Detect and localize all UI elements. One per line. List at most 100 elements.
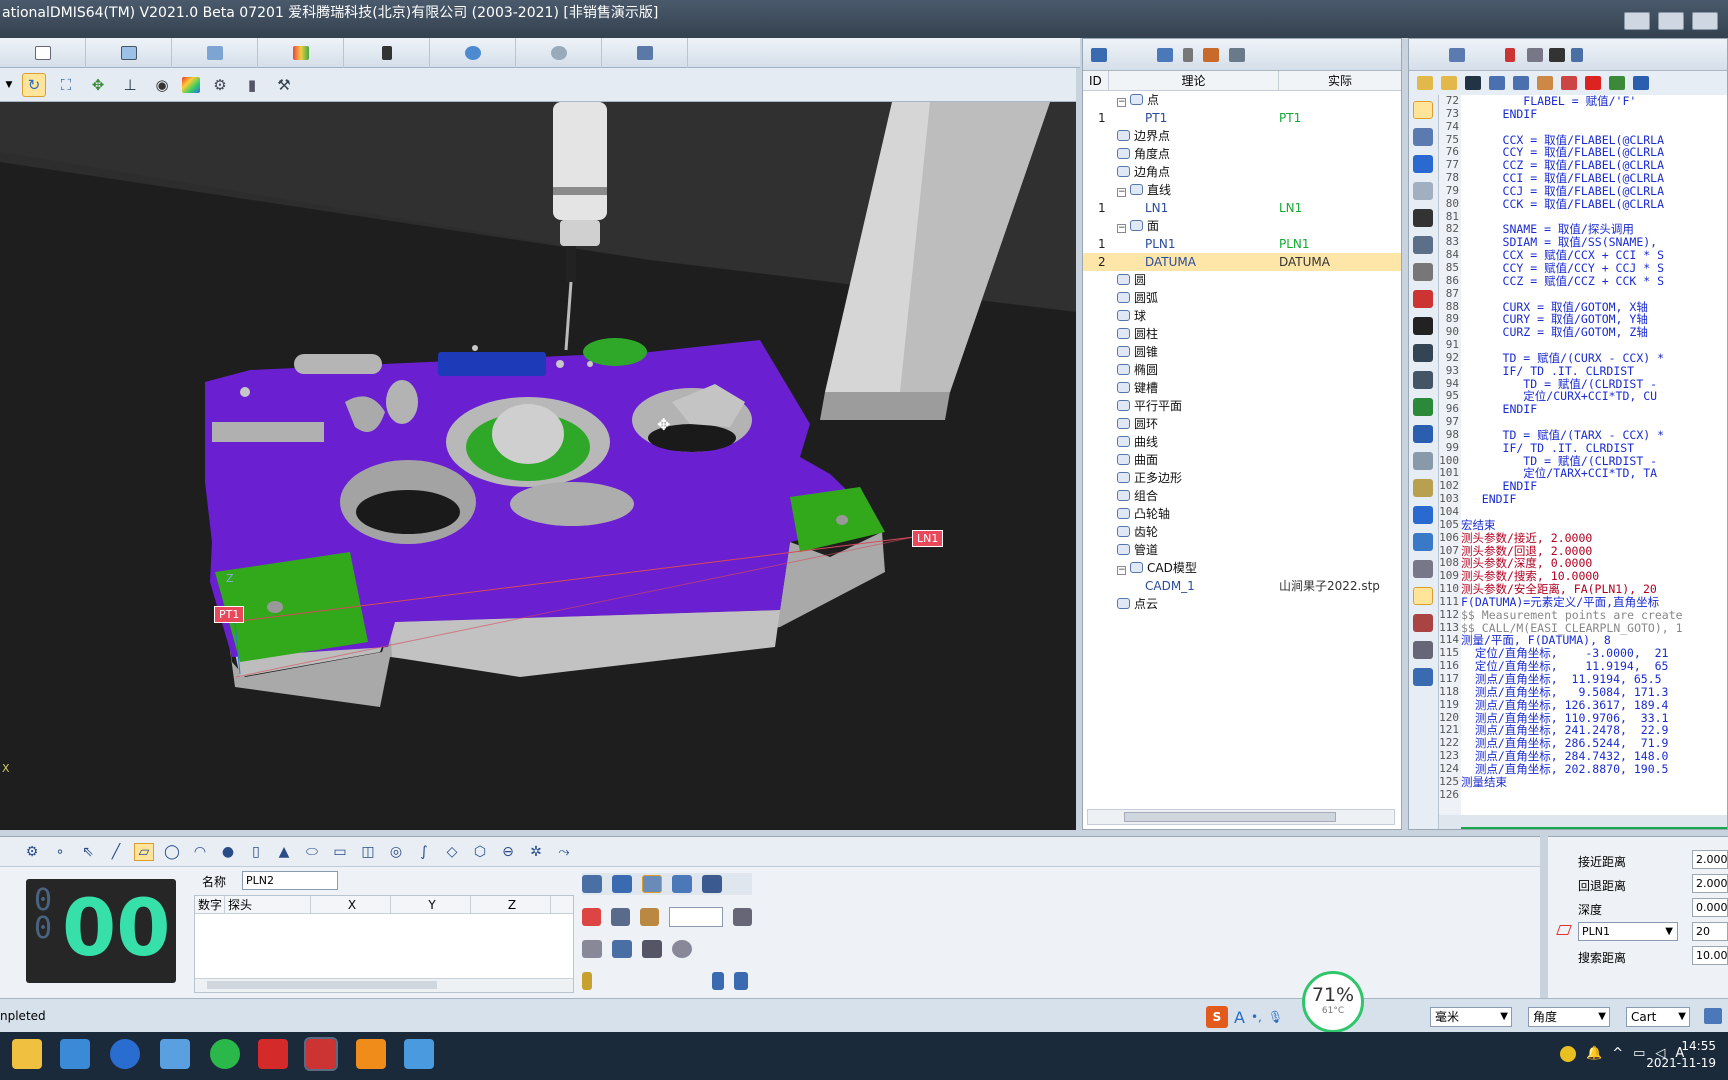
ribbon-tab-table[interactable] xyxy=(86,38,172,68)
angle-icon[interactable] xyxy=(712,972,724,990)
scatter-icon[interactable] xyxy=(672,940,692,958)
zoom-fit-icon[interactable]: ⛶ xyxy=(54,73,78,97)
run-icon[interactable] xyxy=(1413,317,1433,335)
clearance-input[interactable]: 20 xyxy=(1692,922,1728,941)
cam-feature-icon[interactable]: ⊖ xyxy=(498,843,518,861)
tree-row[interactable]: 圆环 xyxy=(1083,415,1401,433)
edit-note-icon[interactable] xyxy=(1413,479,1433,497)
tool-app-icon[interactable] xyxy=(404,1039,434,1069)
code-line[interactable]: CCK = 取值/FLABEL(@CLRLA xyxy=(1461,197,1727,211)
line-feature-icon[interactable]: ╱ xyxy=(106,843,126,861)
tool-icon[interactable] xyxy=(1571,48,1583,62)
mic-icon[interactable]: 🎙 xyxy=(1268,1010,1283,1024)
probe-points-icon[interactable]: ⚙ xyxy=(22,843,42,861)
table-hscrollbar[interactable] xyxy=(195,978,573,992)
machine-tab-icon[interactable] xyxy=(702,875,722,893)
probe-tip-icon[interactable] xyxy=(582,972,592,990)
code-line[interactable]: IF/ TD .IT. CLRDIST xyxy=(1461,364,1727,378)
pt1-label[interactable]: PT1 xyxy=(214,606,245,623)
open-folder-icon[interactable] xyxy=(1417,76,1433,90)
outdent-icon[interactable] xyxy=(1513,76,1529,90)
code-line[interactable] xyxy=(1461,416,1727,429)
search-input[interactable]: 10.00 xyxy=(1692,946,1728,965)
rotate-probe-icon[interactable] xyxy=(734,972,748,990)
cube-icon[interactable] xyxy=(1091,47,1107,62)
k-app-icon[interactable] xyxy=(110,1039,140,1069)
import-icon[interactable] xyxy=(1413,236,1433,254)
tree-row[interactable]: − 面 xyxy=(1083,217,1401,235)
add-green-icon[interactable] xyxy=(1413,398,1433,416)
col-probe[interactable]: 探头 xyxy=(225,896,311,913)
cad-viewport[interactable]: ✥ PT1 LN1 Z X xyxy=(0,102,1076,830)
tree-row[interactable]: 组合 xyxy=(1083,487,1401,505)
ribbon-tab-feature[interactable] xyxy=(258,38,344,68)
code-line[interactable]: 测头参数/安全距离, FA(PLN1), 20 xyxy=(1461,583,1727,596)
tree-row[interactable]: 1 LN1 LN1 xyxy=(1083,199,1401,217)
tree-row[interactable]: 平行平面 xyxy=(1083,397,1401,415)
unit-select[interactable]: 毫米 ▼ xyxy=(1430,1007,1512,1027)
tree-row[interactable]: 曲面 xyxy=(1083,451,1401,469)
edit-points-icon[interactable] xyxy=(611,908,631,926)
g-app-icon[interactable] xyxy=(356,1039,386,1069)
scroll-thumb[interactable] xyxy=(1124,812,1336,822)
tree-row[interactable]: 圆 xyxy=(1083,271,1401,289)
parallel-plane-icon[interactable]: ◫ xyxy=(358,843,378,861)
ribbon-tab-probe[interactable] xyxy=(344,38,430,68)
code-line[interactable]: 测点/直角坐标, 126.3617, 189.4 xyxy=(1461,698,1727,712)
highlight-icon[interactable] xyxy=(1413,587,1433,605)
collapse-icon[interactable]: − xyxy=(1117,98,1126,107)
tree-row[interactable]: 管道 xyxy=(1083,541,1401,559)
view-eye-icon[interactable]: ◉ xyxy=(150,73,174,97)
probe-head-icon[interactable]: ⚒ xyxy=(272,73,296,97)
plane-icon[interactable] xyxy=(1413,263,1433,281)
coord-select[interactable]: Cart ▼ xyxy=(1626,1007,1690,1027)
table-small-icon[interactable] xyxy=(1413,371,1433,389)
crosshair-icon[interactable] xyxy=(640,908,660,926)
ribbon-tab-file[interactable] xyxy=(0,38,86,68)
tree-row[interactable]: 正多边形 xyxy=(1083,469,1401,487)
code-line[interactable]: ENDIF xyxy=(1461,493,1727,506)
layout-icon-3[interactable] xyxy=(1692,12,1718,30)
polygon-feature-icon[interactable]: ⬡ xyxy=(470,843,490,861)
cpu-temp-badge[interactable]: 71% 61°C xyxy=(1302,971,1364,1033)
bell-icon[interactable]: 🔔 xyxy=(1586,1046,1602,1062)
pan-icon[interactable]: ✥ xyxy=(86,73,110,97)
code-line[interactable]: CCI = 取值/FLABEL(@CLRLA xyxy=(1461,172,1727,185)
ribbon-tab-report[interactable] xyxy=(602,38,688,68)
taskbar-clock[interactable]: 14:55 2021-11-19 xyxy=(1646,1038,1716,1072)
code-line[interactable]: CURZ = 取值/GOTOM, Z轴 xyxy=(1461,326,1727,339)
col-actual[interactable]: 实际 xyxy=(1279,71,1401,90)
code-line[interactable]: 测量结束 xyxy=(1461,775,1727,789)
layout-icon-1[interactable] xyxy=(1624,12,1650,30)
tree-row[interactable]: 1 PT1 PT1 xyxy=(1083,109,1401,127)
grid-icon[interactable] xyxy=(612,940,632,958)
tree-row[interactable]: 凸轮轴 xyxy=(1083,505,1401,523)
angle-select[interactable]: 角度 ▼ xyxy=(1528,1007,1610,1027)
tree-hscrollbar[interactable] xyxy=(1087,809,1395,825)
tree-row[interactable]: − 直线 xyxy=(1083,181,1401,199)
gear-feature-icon[interactable]: ✲ xyxy=(526,843,546,861)
cylinder-icon[interactable]: ▮ xyxy=(240,73,264,97)
tray-plus-icon[interactable] xyxy=(1560,1046,1576,1062)
code-line[interactable] xyxy=(1461,288,1727,301)
flag-small-icon[interactable] xyxy=(732,908,753,926)
note-icon[interactable] xyxy=(1413,452,1433,470)
tree-row[interactable]: 椭圆 xyxy=(1083,361,1401,379)
code-line[interactable]: CCZ = 赋值/CCZ + CCK * S xyxy=(1461,274,1727,288)
code-line[interactable]: $$ Measurement points are create xyxy=(1461,608,1727,622)
sync-icon[interactable] xyxy=(642,940,662,958)
page-icon[interactable] xyxy=(1413,560,1433,578)
ime-mode[interactable]: A xyxy=(1234,1008,1245,1027)
depth-input[interactable]: 0.000 xyxy=(1692,898,1728,917)
tree-row[interactable]: 曲线 xyxy=(1083,433,1401,451)
code-line[interactable]: 测点/直角坐标, 9.5084, 171.3 xyxy=(1461,685,1727,699)
hand-icon[interactable] xyxy=(1537,76,1553,90)
ribbon-tab-machine[interactable] xyxy=(172,38,258,68)
ellipse-feature-icon[interactable]: ⬭ xyxy=(302,843,322,861)
status-extra-icon[interactable] xyxy=(1704,1008,1722,1024)
axis-cad-icon[interactable]: ⊥ xyxy=(118,73,142,97)
ribbon-tab-tolerance[interactable] xyxy=(516,38,602,68)
export-icon[interactable] xyxy=(1413,641,1433,659)
rational-dmis-icon[interactable] xyxy=(304,1037,338,1071)
tip-tab-icon[interactable] xyxy=(672,875,692,893)
